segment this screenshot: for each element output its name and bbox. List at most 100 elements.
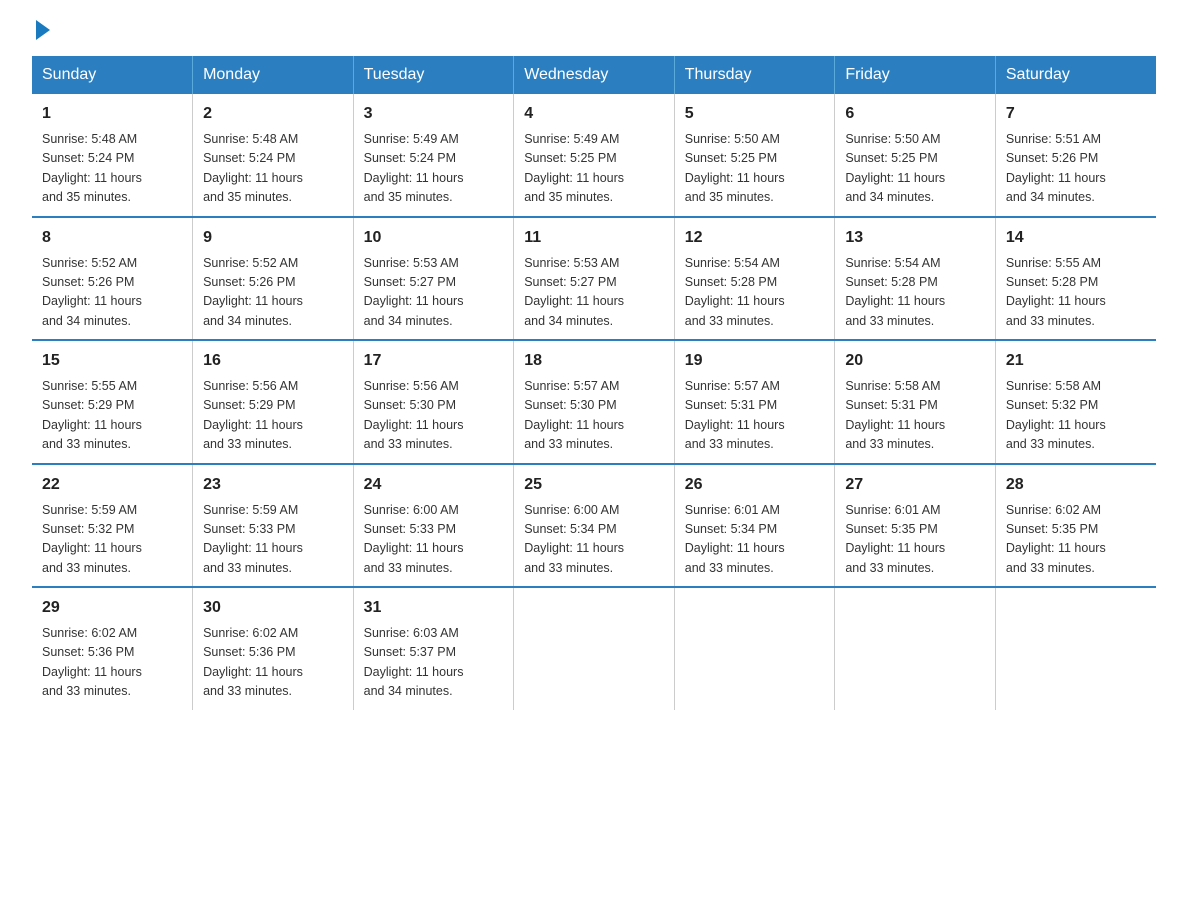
- day-info: Sunrise: 6:00 AM Sunset: 5:33 PM Dayligh…: [364, 501, 504, 579]
- day-info: Sunrise: 5:50 AM Sunset: 5:25 PM Dayligh…: [845, 130, 985, 208]
- weekday-row: SundayMondayTuesdayWednesdayThursdayFrid…: [32, 56, 1156, 94]
- day-info: Sunrise: 5:55 AM Sunset: 5:29 PM Dayligh…: [42, 377, 182, 455]
- page-header: [32, 24, 1156, 36]
- day-number: 25: [524, 473, 664, 497]
- calendar-cell: [514, 587, 675, 710]
- day-number: 18: [524, 349, 664, 373]
- calendar-cell: 2 Sunrise: 5:48 AM Sunset: 5:24 PM Dayli…: [193, 94, 354, 217]
- calendar-cell: 11 Sunrise: 5:53 AM Sunset: 5:27 PM Dayl…: [514, 217, 675, 341]
- week-row-2: 8 Sunrise: 5:52 AM Sunset: 5:26 PM Dayli…: [32, 217, 1156, 341]
- day-number: 11: [524, 226, 664, 250]
- calendar-cell: 14 Sunrise: 5:55 AM Sunset: 5:28 PM Dayl…: [995, 217, 1156, 341]
- day-number: 9: [203, 226, 343, 250]
- day-info: Sunrise: 5:54 AM Sunset: 5:28 PM Dayligh…: [685, 254, 825, 332]
- day-info: Sunrise: 5:53 AM Sunset: 5:27 PM Dayligh…: [524, 254, 664, 332]
- weekday-header-monday: Monday: [193, 56, 354, 94]
- day-number: 12: [685, 226, 825, 250]
- day-info: Sunrise: 5:56 AM Sunset: 5:30 PM Dayligh…: [364, 377, 504, 455]
- calendar-cell: 6 Sunrise: 5:50 AM Sunset: 5:25 PM Dayli…: [835, 94, 996, 217]
- weekday-header-thursday: Thursday: [674, 56, 835, 94]
- day-info: Sunrise: 5:48 AM Sunset: 5:24 PM Dayligh…: [42, 130, 182, 208]
- day-info: Sunrise: 6:03 AM Sunset: 5:37 PM Dayligh…: [364, 624, 504, 702]
- calendar-header: SundayMondayTuesdayWednesdayThursdayFrid…: [32, 56, 1156, 94]
- calendar-cell: 30 Sunrise: 6:02 AM Sunset: 5:36 PM Dayl…: [193, 587, 354, 710]
- calendar-cell: [674, 587, 835, 710]
- day-number: 21: [1006, 349, 1146, 373]
- day-info: Sunrise: 5:51 AM Sunset: 5:26 PM Dayligh…: [1006, 130, 1146, 208]
- day-info: Sunrise: 5:49 AM Sunset: 5:25 PM Dayligh…: [524, 130, 664, 208]
- day-number: 8: [42, 226, 182, 250]
- day-number: 7: [1006, 102, 1146, 126]
- calendar-cell: 29 Sunrise: 6:02 AM Sunset: 5:36 PM Dayl…: [32, 587, 193, 710]
- day-info: Sunrise: 6:01 AM Sunset: 5:34 PM Dayligh…: [685, 501, 825, 579]
- calendar-cell: 31 Sunrise: 6:03 AM Sunset: 5:37 PM Dayl…: [353, 587, 514, 710]
- calendar-cell: 27 Sunrise: 6:01 AM Sunset: 5:35 PM Dayl…: [835, 464, 996, 588]
- day-info: Sunrise: 5:59 AM Sunset: 5:33 PM Dayligh…: [203, 501, 343, 579]
- day-info: Sunrise: 5:58 AM Sunset: 5:31 PM Dayligh…: [845, 377, 985, 455]
- calendar-cell: 19 Sunrise: 5:57 AM Sunset: 5:31 PM Dayl…: [674, 340, 835, 464]
- calendar-body: 1 Sunrise: 5:48 AM Sunset: 5:24 PM Dayli…: [32, 94, 1156, 710]
- calendar-cell: 24 Sunrise: 6:00 AM Sunset: 5:33 PM Dayl…: [353, 464, 514, 588]
- calendar-cell: 16 Sunrise: 5:56 AM Sunset: 5:29 PM Dayl…: [193, 340, 354, 464]
- day-info: Sunrise: 6:01 AM Sunset: 5:35 PM Dayligh…: [845, 501, 985, 579]
- day-number: 27: [845, 473, 985, 497]
- day-info: Sunrise: 5:57 AM Sunset: 5:30 PM Dayligh…: [524, 377, 664, 455]
- logo: [32, 24, 50, 36]
- day-number: 30: [203, 596, 343, 620]
- day-number: 19: [685, 349, 825, 373]
- day-number: 15: [42, 349, 182, 373]
- calendar-cell: 9 Sunrise: 5:52 AM Sunset: 5:26 PM Dayli…: [193, 217, 354, 341]
- calendar-cell: 13 Sunrise: 5:54 AM Sunset: 5:28 PM Dayl…: [835, 217, 996, 341]
- day-info: Sunrise: 6:02 AM Sunset: 5:36 PM Dayligh…: [203, 624, 343, 702]
- calendar-cell: [835, 587, 996, 710]
- day-number: 4: [524, 102, 664, 126]
- day-number: 24: [364, 473, 504, 497]
- calendar-cell: 22 Sunrise: 5:59 AM Sunset: 5:32 PM Dayl…: [32, 464, 193, 588]
- day-info: Sunrise: 5:59 AM Sunset: 5:32 PM Dayligh…: [42, 501, 182, 579]
- day-number: 1: [42, 102, 182, 126]
- weekday-header-friday: Friday: [835, 56, 996, 94]
- calendar-cell: 21 Sunrise: 5:58 AM Sunset: 5:32 PM Dayl…: [995, 340, 1156, 464]
- calendar-cell: 8 Sunrise: 5:52 AM Sunset: 5:26 PM Dayli…: [32, 217, 193, 341]
- day-info: Sunrise: 5:50 AM Sunset: 5:25 PM Dayligh…: [685, 130, 825, 208]
- day-info: Sunrise: 6:02 AM Sunset: 5:35 PM Dayligh…: [1006, 501, 1146, 579]
- day-number: 13: [845, 226, 985, 250]
- calendar-cell: 18 Sunrise: 5:57 AM Sunset: 5:30 PM Dayl…: [514, 340, 675, 464]
- logo-triangle-icon: [36, 20, 50, 40]
- calendar-cell: 7 Sunrise: 5:51 AM Sunset: 5:26 PM Dayli…: [995, 94, 1156, 217]
- day-number: 29: [42, 596, 182, 620]
- calendar-cell: 15 Sunrise: 5:55 AM Sunset: 5:29 PM Dayl…: [32, 340, 193, 464]
- day-number: 20: [845, 349, 985, 373]
- day-number: 22: [42, 473, 182, 497]
- day-number: 28: [1006, 473, 1146, 497]
- day-info: Sunrise: 6:02 AM Sunset: 5:36 PM Dayligh…: [42, 624, 182, 702]
- day-info: Sunrise: 5:55 AM Sunset: 5:28 PM Dayligh…: [1006, 254, 1146, 332]
- calendar-cell: 20 Sunrise: 5:58 AM Sunset: 5:31 PM Dayl…: [835, 340, 996, 464]
- day-number: 17: [364, 349, 504, 373]
- day-number: 3: [364, 102, 504, 126]
- day-info: Sunrise: 5:53 AM Sunset: 5:27 PM Dayligh…: [364, 254, 504, 332]
- day-info: Sunrise: 5:52 AM Sunset: 5:26 PM Dayligh…: [203, 254, 343, 332]
- calendar-cell: 26 Sunrise: 6:01 AM Sunset: 5:34 PM Dayl…: [674, 464, 835, 588]
- day-number: 10: [364, 226, 504, 250]
- day-number: 26: [685, 473, 825, 497]
- calendar-cell: 25 Sunrise: 6:00 AM Sunset: 5:34 PM Dayl…: [514, 464, 675, 588]
- day-number: 16: [203, 349, 343, 373]
- weekday-header-saturday: Saturday: [995, 56, 1156, 94]
- calendar-cell: 23 Sunrise: 5:59 AM Sunset: 5:33 PM Dayl…: [193, 464, 354, 588]
- day-number: 31: [364, 596, 504, 620]
- calendar-cell: 3 Sunrise: 5:49 AM Sunset: 5:24 PM Dayli…: [353, 94, 514, 217]
- calendar-cell: 10 Sunrise: 5:53 AM Sunset: 5:27 PM Dayl…: [353, 217, 514, 341]
- calendar-cell: 5 Sunrise: 5:50 AM Sunset: 5:25 PM Dayli…: [674, 94, 835, 217]
- calendar-cell: 4 Sunrise: 5:49 AM Sunset: 5:25 PM Dayli…: [514, 94, 675, 217]
- day-info: Sunrise: 5:49 AM Sunset: 5:24 PM Dayligh…: [364, 130, 504, 208]
- weekday-header-sunday: Sunday: [32, 56, 193, 94]
- weekday-header-wednesday: Wednesday: [514, 56, 675, 94]
- week-row-1: 1 Sunrise: 5:48 AM Sunset: 5:24 PM Dayli…: [32, 94, 1156, 217]
- calendar-cell: 1 Sunrise: 5:48 AM Sunset: 5:24 PM Dayli…: [32, 94, 193, 217]
- calendar-cell: 17 Sunrise: 5:56 AM Sunset: 5:30 PM Dayl…: [353, 340, 514, 464]
- day-number: 2: [203, 102, 343, 126]
- week-row-5: 29 Sunrise: 6:02 AM Sunset: 5:36 PM Dayl…: [32, 587, 1156, 710]
- day-number: 5: [685, 102, 825, 126]
- day-number: 23: [203, 473, 343, 497]
